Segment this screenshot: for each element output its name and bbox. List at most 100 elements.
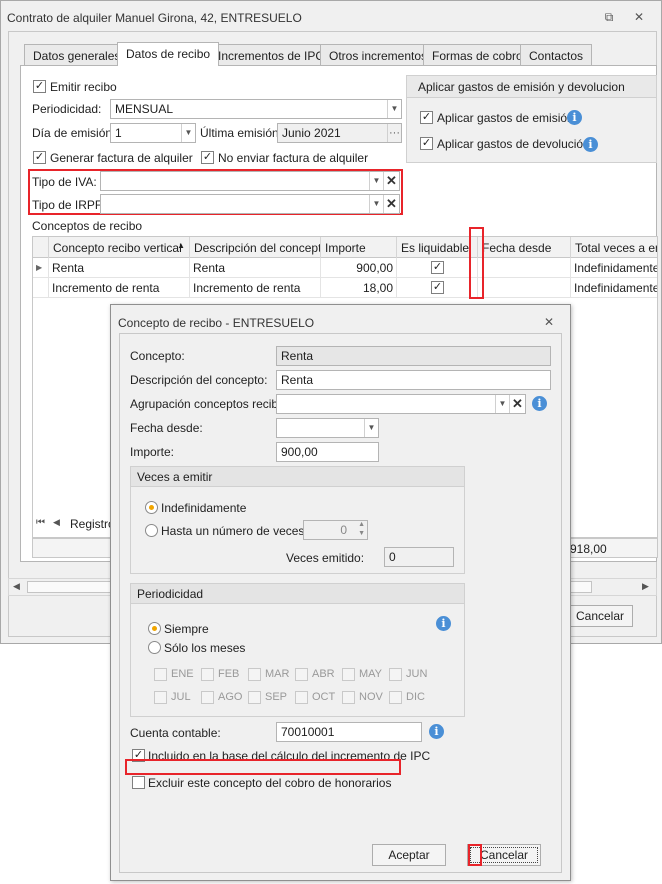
chevron-down-icon[interactable]: ▼: [369, 172, 383, 190]
emitir-recibo-checkbox[interactable]: ✓: [33, 80, 46, 93]
cell-total-veces[interactable]: Indefinidamente: [571, 278, 657, 298]
month-label-abr: ABR: [312, 668, 335, 680]
month-checkbox-oct[interactable]: [295, 691, 308, 704]
column-header-concepto[interactable]: Concepto recibo vertical ▲: [49, 237, 190, 258]
ellipsis-icon[interactable]: ···: [387, 124, 401, 142]
tab-datos-de-recibo[interactable]: Datos de recibo: [117, 42, 220, 66]
cell-concepto[interactable]: Incremento de renta: [49, 278, 190, 298]
tipo-irpf-select[interactable]: ▼ ✕: [100, 194, 400, 214]
gastos-emision-checkbox[interactable]: ✓: [420, 111, 433, 124]
prev-record-icon[interactable]: ◀: [53, 517, 60, 528]
cell-liquidable[interactable]: ✓: [397, 278, 478, 298]
chevron-down-icon[interactable]: ▼: [181, 124, 195, 142]
close-icon[interactable]: ✕: [541, 315, 557, 329]
month-checkbox-sep[interactable]: [248, 691, 261, 704]
ultima-emision-field[interactable]: Junio 2021 ···: [277, 123, 402, 143]
chevron-down-icon[interactable]: ▼: [369, 195, 383, 213]
month-checkbox-ago[interactable]: [201, 691, 214, 704]
close-icon[interactable]: ✕: [631, 10, 647, 24]
siempre-radio[interactable]: [148, 622, 161, 635]
agrupacion-select[interactable]: ▼ ✕: [276, 394, 526, 414]
table-row[interactable]: ▶ Renta Renta 900,00 ✓ Indefinidamente: [33, 258, 657, 278]
month-checkbox-dic[interactable]: [389, 691, 402, 704]
table-row[interactable]: Incremento de renta Incremento de renta …: [33, 278, 657, 298]
clear-icon[interactable]: ✕: [383, 172, 399, 190]
month-checkbox-jun[interactable]: [389, 668, 402, 681]
scroll-right-icon[interactable]: ▶: [642, 581, 649, 592]
chevron-down-icon[interactable]: ▼: [387, 100, 401, 118]
month-checkbox-abr[interactable]: [295, 668, 308, 681]
liquidable-checkbox[interactable]: ✓: [431, 281, 444, 294]
month-checkbox-ene[interactable]: [154, 668, 167, 681]
periodicidad-select[interactable]: MENSUAL ▼: [110, 99, 402, 119]
clear-icon[interactable]: ✕: [383, 195, 399, 213]
gastos-emision-label: Aplicar gastos de emisión: [437, 111, 574, 125]
sort-asc-icon: ▲: [177, 241, 185, 250]
descripcion-field[interactable]: Renta: [276, 370, 551, 390]
restore-icon[interactable]: ⧉: [601, 10, 617, 24]
grid-indicator-header: [33, 237, 49, 258]
info-icon[interactable]: i: [567, 110, 582, 125]
info-icon[interactable]: i: [436, 616, 451, 631]
generar-factura-label: Generar factura de alquiler: [50, 151, 193, 165]
indefinidamente-radio[interactable]: [145, 501, 158, 514]
spinner-arrows-icon[interactable]: ▲ ▼: [358, 521, 365, 538]
cell-importe[interactable]: 18,00: [321, 278, 397, 298]
concepto-field[interactable]: Renta: [276, 346, 551, 366]
importe-field[interactable]: 900,00: [276, 442, 379, 462]
column-header-importe[interactable]: Importe: [321, 237, 397, 258]
clear-icon[interactable]: ✕: [509, 395, 525, 413]
liquidable-checkbox[interactable]: ✓: [431, 261, 444, 274]
column-header-descripcion[interactable]: Descripción del concepto: [190, 237, 321, 258]
cell-descripcion[interactable]: Renta: [190, 258, 321, 278]
cell-concepto[interactable]: Renta: [49, 258, 190, 278]
cell-liquidable[interactable]: ✓: [397, 258, 478, 278]
chevron-down-icon[interactable]: ▼: [495, 395, 509, 413]
month-checkbox-nov[interactable]: [342, 691, 355, 704]
no-enviar-factura-checkbox[interactable]: ✓: [201, 151, 214, 164]
tab-datos-generales[interactable]: Datos generales: [24, 44, 130, 66]
column-header-liquidable[interactable]: Es liquidable: [397, 237, 478, 258]
tipo-iva-label: Tipo de IVA:: [32, 175, 97, 189]
indefinidamente-label: Indefinidamente: [161, 501, 247, 515]
agrupacion-label: Agrupación conceptos recibo:: [130, 397, 289, 411]
cell-total-veces[interactable]: Indefinidamente: [571, 258, 657, 278]
tab-otros-incrementos[interactable]: Otros incrementos: [320, 44, 437, 66]
month-checkbox-mar[interactable]: [248, 668, 261, 681]
info-icon[interactable]: i: [532, 396, 547, 411]
hasta-veces-spinner[interactable]: 0 ▲ ▼: [303, 520, 368, 540]
generar-factura-checkbox[interactable]: ✓: [33, 151, 46, 164]
tab-incrementos-ipc[interactable]: Incrementos de IPC: [209, 44, 334, 66]
month-checkbox-may[interactable]: [342, 668, 355, 681]
dia-emision-select[interactable]: 1 ▼: [110, 123, 196, 143]
dia-emision-value: 1: [115, 126, 122, 140]
cell-fecha-desde[interactable]: [478, 258, 571, 278]
cell-importe[interactable]: 900,00: [321, 258, 397, 278]
cancelar-highlight: [468, 844, 482, 866]
cell-descripcion[interactable]: Incremento de renta: [190, 278, 321, 298]
cancel-button[interactable]: Cancelar: [567, 605, 633, 627]
scroll-left-icon[interactable]: ◀: [13, 581, 20, 592]
chevron-down-icon[interactable]: ▼: [364, 419, 378, 437]
solo-meses-label: Sólo los meses: [164, 641, 246, 655]
fecha-desde-select[interactable]: ▼: [276, 418, 379, 438]
info-icon[interactable]: i: [583, 137, 598, 152]
first-record-icon[interactable]: ⏮: [36, 517, 45, 528]
cuenta-contable-label: Cuenta contable:: [130, 726, 221, 740]
tab-contactos[interactable]: Contactos: [520, 44, 593, 66]
solo-meses-radio[interactable]: [148, 641, 161, 654]
aceptar-button[interactable]: Aceptar: [372, 844, 446, 866]
tipo-iva-select[interactable]: ▼ ✕: [100, 171, 400, 191]
gastos-devolucion-checkbox[interactable]: ✓: [420, 137, 433, 150]
info-icon[interactable]: i: [429, 724, 444, 739]
hasta-veces-radio[interactable]: [145, 524, 158, 537]
column-header-total-veces[interactable]: Total veces a em: [571, 237, 657, 258]
column-header-fecha-desde[interactable]: Fecha desde: [478, 237, 571, 258]
excluir-honorarios-checkbox[interactable]: [132, 776, 145, 789]
tab-formas-de-cobro[interactable]: Formas de cobro: [423, 44, 532, 66]
month-checkbox-feb[interactable]: [201, 668, 214, 681]
cell-fecha-desde[interactable]: [478, 278, 571, 298]
gastos-group: Aplicar gastos de emisión y devolucion ✓…: [406, 75, 657, 163]
month-checkbox-jul[interactable]: [154, 691, 167, 704]
cuenta-contable-field[interactable]: 70010001: [276, 722, 422, 742]
